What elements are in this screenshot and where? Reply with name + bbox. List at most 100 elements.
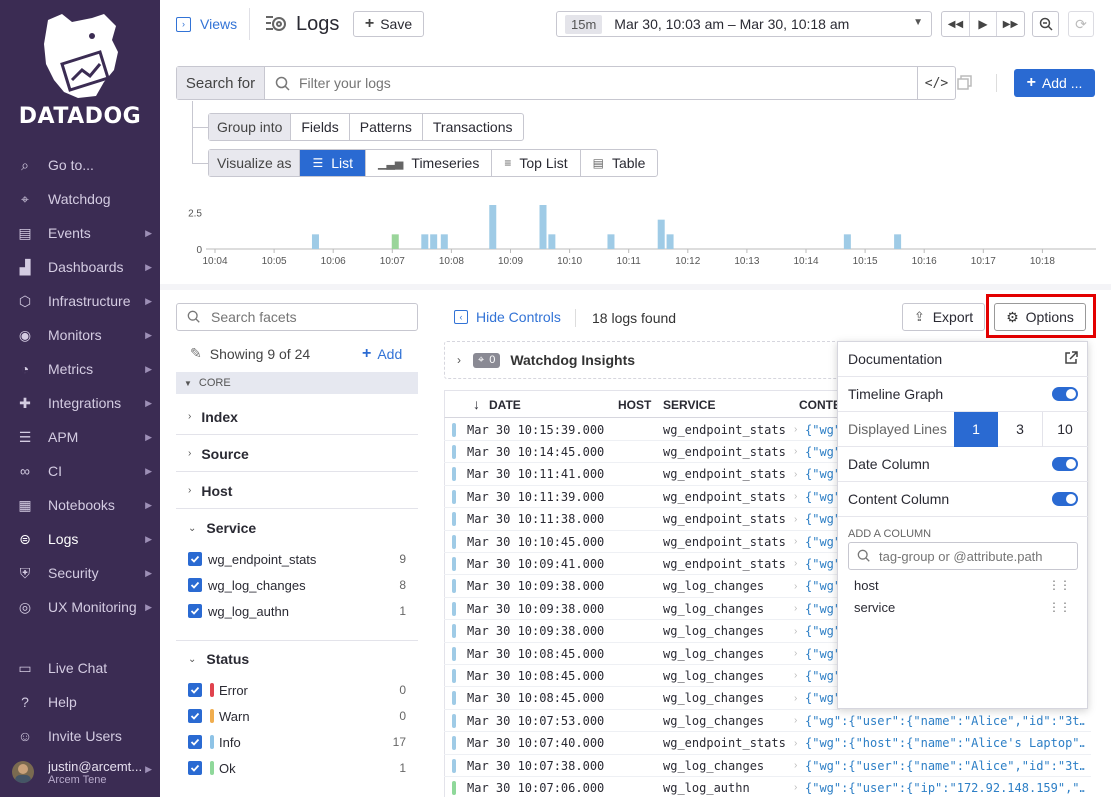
timeline-bar[interactable] (311, 234, 319, 249)
facet-value-row[interactable]: Ok 1 (188, 756, 408, 780)
content-column-toggle[interactable] (1052, 492, 1078, 506)
table-row[interactable]: Mar 30 10:09:38.000 wg_log_changes › {"wg" (444, 598, 841, 621)
facet-value-row[interactable]: wg_log_changes 8 (188, 573, 408, 597)
sidebar-item-integrations[interactable]: ✚ Integrations ▶ (0, 388, 160, 418)
views-button[interactable]: › Views (176, 12, 237, 36)
table-row[interactable]: Mar 30 10:07:06.000 wg_log_authn › {"wg":{"… (444, 777, 1091, 797)
date-column-toggle[interactable] (1052, 457, 1078, 471)
column-service[interactable]: SERVICE (663, 398, 715, 412)
checkbox[interactable] (188, 709, 202, 723)
add-facet-button[interactable]: + Add (362, 345, 402, 363)
visualize-timeseries-option[interactable]: ▁▃▅ Timeseries (365, 150, 491, 176)
visualize-toplist-option[interactable]: ≡ Top List (491, 150, 579, 176)
checkbox[interactable] (188, 604, 202, 618)
sidebar-item-dashboards[interactable]: ▟ Dashboards ▶ (0, 252, 160, 282)
table-row[interactable]: Mar 30 10:11:39.000 wg_endpoint_stats › {"w… (444, 486, 841, 509)
checkbox[interactable] (188, 735, 202, 749)
table-row[interactable]: Mar 30 10:10:45.000 wg_endpoint_stats › {"w… (444, 531, 841, 553)
timeline-bar[interactable] (440, 234, 448, 249)
drag-handle-icon[interactable]: ⋮⋮ (1048, 578, 1071, 592)
facet-value-row[interactable]: Error 0 (188, 678, 408, 702)
facet-search-input[interactable] (211, 309, 411, 325)
drag-handle-icon[interactable]: ⋮⋮ (1048, 600, 1071, 614)
facet-index-header[interactable]: › Index (176, 399, 418, 435)
sidebar-item-notebooks[interactable]: ▦ Notebooks ▶ (0, 490, 160, 520)
documentation-link[interactable]: Documentation (838, 342, 1088, 377)
lines-option-10[interactable]: 10 (1043, 412, 1087, 447)
facet-host-header[interactable]: › Host (176, 473, 418, 509)
forward-button[interactable]: ▶▶ (997, 12, 1024, 36)
group-transactions-option[interactable]: Transactions (423, 114, 523, 140)
add-button[interactable]: + Add ... (1014, 69, 1095, 97)
timeline-bar[interactable] (539, 205, 547, 249)
options-button[interactable]: ⚙ Options (994, 303, 1086, 331)
sidebar-item-apm[interactable]: ☰ APM ▶ (0, 422, 160, 452)
hide-controls-button[interactable]: ‹ Hide Controls (454, 309, 561, 325)
timeline-bar[interactable] (657, 219, 665, 249)
code-view-button[interactable]: </> (917, 67, 955, 99)
sidebar-item-invite-users[interactable]: ☺ Invite Users (0, 721, 160, 751)
sidebar-item-monitors[interactable]: ◉ Monitors ▶ (0, 320, 160, 350)
save-button[interactable]: + Save (353, 11, 424, 37)
export-button[interactable]: ⇪ Export (902, 303, 985, 331)
sidebar-item-metrics[interactable]: ◔ Metrics ▶ (0, 354, 160, 384)
timeline-graph-toggle[interactable] (1052, 387, 1078, 401)
sidebar-item-ci[interactable]: ∞ CI ▶ (0, 456, 160, 486)
sidebar-item-logs[interactable]: ⊜ Logs ▶ (0, 524, 160, 554)
user-menu[interactable]: justin@arcemt... Arcem Tene ▶ (12, 752, 158, 792)
group-patterns-option[interactable]: Patterns (350, 114, 423, 140)
sort-desc-icon[interactable]: ↓ (473, 396, 480, 412)
timeline-bar[interactable] (391, 234, 399, 249)
sidebar-item-ux-monitoring[interactable]: ◎ UX Monitoring ▶ (0, 592, 160, 622)
facet-value-row[interactable]: wg_log_authn 1 (188, 599, 408, 623)
table-row[interactable]: Mar 30 10:09:38.000 wg_log_changes › {"wg" (444, 576, 841, 598)
play-button[interactable]: ▶ (970, 12, 997, 36)
facet-source-header[interactable]: › Source (176, 436, 418, 472)
table-row[interactable]: Mar 30 10:11:38.000 wg_endpoint_stats › {"w… (444, 509, 841, 531)
timeline-bar[interactable] (607, 234, 615, 249)
timeline-chart[interactable]: 2.5 010:04 10:05 10:06 10:07 10:08 10:09 10:10 1… (176, 200, 1106, 280)
column-option-row[interactable]: host ⋮⋮ (854, 574, 1074, 596)
table-row[interactable]: Mar 30 10:08:45.000 wg_log_changes › {"wg" (444, 643, 841, 665)
timeline-bar[interactable] (548, 234, 556, 249)
table-row[interactable]: Mar 30 10:08:45.000 wg_log_changes › {"wg" (444, 688, 841, 710)
checkbox[interactable] (188, 683, 202, 697)
lines-option-1[interactable]: 1 (954, 411, 998, 447)
column-host[interactable]: HOST (618, 398, 651, 412)
timeline-bar[interactable] (666, 234, 674, 249)
facet-value-row[interactable]: Info 17 (188, 730, 408, 754)
copy-button[interactable] (957, 75, 973, 91)
visualize-table-option[interactable]: ▤ Table (579, 150, 658, 176)
facet-value-row[interactable]: Warn 0 (188, 704, 408, 728)
sidebar-item-live-chat[interactable]: ▭ Live Chat (0, 653, 160, 683)
facet-service-header[interactable]: ⌄ Service (176, 510, 418, 546)
column-option-row[interactable]: service ⋮⋮ (854, 596, 1074, 618)
lines-option-3[interactable]: 3 (998, 411, 1043, 447)
sidebar-item-go-to[interactable]: ⌕ Go to... (0, 150, 160, 180)
timeline-bar[interactable] (489, 205, 497, 249)
table-row[interactable]: Mar 30 10:09:41.000 wg_endpoint_stats › {"w… (444, 553, 841, 576)
table-row[interactable]: Mar 30 10:09:38.000 wg_log_changes › {"wg" (444, 621, 841, 643)
table-row[interactable]: Mar 30 10:14:45.000 wg_endpoint_stats › {"w… (444, 441, 841, 464)
datadog-logo[interactable]: DATADOG (0, 0, 160, 140)
facet-value-row[interactable]: wg_endpoint_stats 9 (188, 547, 408, 571)
time-range-picker[interactable]: 15m Mar 30, 10:03 am – Mar 30, 10:18 am … (556, 11, 932, 37)
facet-status-header[interactable]: ⌄ Status (176, 641, 418, 677)
timeline-bar[interactable] (430, 234, 438, 249)
zoom-out-button[interactable] (1032, 11, 1059, 37)
table-row[interactable]: Mar 30 10:07:38.000 wg_log_changes › {"wg":… (444, 755, 1091, 777)
rewind-button[interactable]: ◀◀ (942, 12, 970, 36)
group-fields-option[interactable]: Fields (291, 114, 350, 140)
search-input[interactable] (299, 67, 917, 99)
table-row[interactable]: Mar 30 10:08:45.000 wg_log_changes › {"wg" (444, 665, 841, 688)
add-column-input[interactable] (879, 548, 1075, 564)
visualize-list-option[interactable]: ☰ List (300, 150, 366, 176)
checkbox[interactable] (188, 552, 202, 566)
refresh-button[interactable]: ⟳ (1068, 11, 1094, 37)
timeline-bar[interactable] (894, 234, 902, 249)
core-section-header[interactable]: ▼ CORE (176, 372, 418, 394)
table-row[interactable]: Mar 30 10:15:39.000 wg_endpoint_stats › {"w… (444, 419, 841, 441)
sidebar-item-security[interactable]: ⛨ Security ▶ (0, 558, 160, 588)
checkbox[interactable] (188, 578, 202, 592)
timeline-bar[interactable] (843, 234, 851, 249)
